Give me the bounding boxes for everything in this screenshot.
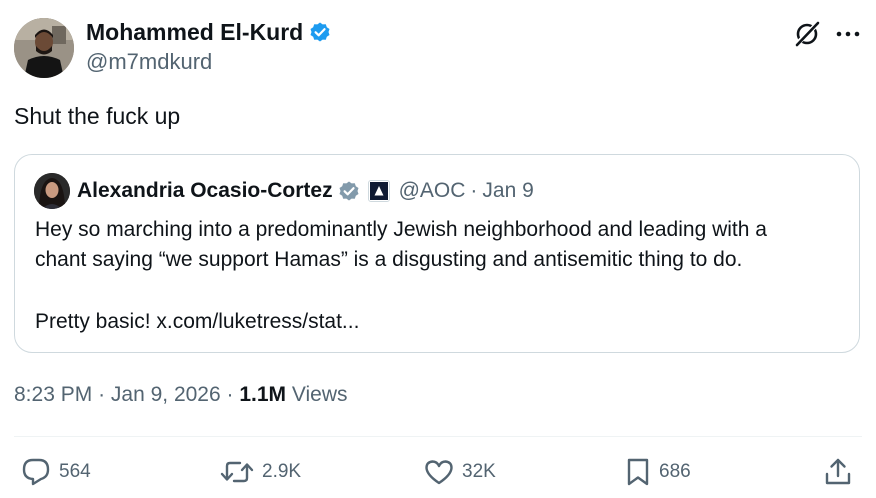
bookmark-button[interactable]: 686 [624, 456, 691, 488]
like-count: 32K [462, 461, 496, 482]
divider [14, 436, 862, 437]
reply-button[interactable]: 564 [20, 456, 91, 488]
quoted-text-line: Pretty basic! x.com/luketress/stat... [35, 310, 360, 333]
bookmark-icon [627, 458, 649, 486]
reply-icon [22, 458, 50, 486]
meta-separator: · [226, 383, 234, 406]
author-handle[interactable]: @m7mdkurd [86, 48, 212, 76]
repost-count: 2.9K [262, 461, 302, 482]
verified-badge-icon[interactable] [308, 20, 332, 44]
heart-icon [425, 460, 453, 485]
tweet-text: Shut the fuck up [14, 103, 181, 129]
tweet-meta: 8:23 PM · Jan 9, 2026 · 1.1M Views [14, 381, 348, 409]
views-count[interactable]: 1.1M [239, 383, 286, 406]
author-name-text[interactable]: Mohammed El-Kurd [86, 18, 303, 46]
repost-button[interactable]: 2.9K [219, 456, 301, 488]
views-label[interactable]: Views [292, 383, 348, 406]
quoted-author-name[interactable]: Alexandria Ocasio-Cortez [77, 179, 333, 203]
quoted-tweet-header: Alexandria Ocasio-Cortez @AOC · Jan 9 [77, 176, 534, 206]
share-button[interactable] [822, 456, 861, 488]
grok-icon[interactable] [793, 20, 821, 48]
reply-count: 564 [59, 461, 91, 482]
quoted-text-line: chant saying “we support Hamas” is a dis… [35, 248, 743, 271]
gray-verified-badge-icon[interactable] [337, 179, 361, 203]
author-name[interactable]: Mohammed El-Kurd [86, 18, 332, 46]
more-options-icon[interactable] [834, 22, 862, 46]
author-avatar[interactable] [14, 18, 74, 78]
quoted-tweet-card[interactable]: Alexandria Ocasio-Cortez @AOC · Jan 9 He… [14, 154, 860, 353]
meta-separator: · [98, 383, 106, 406]
quoted-author-handle[interactable]: @AOC [399, 179, 466, 203]
like-button[interactable]: 32K [423, 456, 496, 488]
tweet-time[interactable]: 8:23 PM [14, 383, 92, 406]
quoted-author-avatar[interactable] [34, 173, 70, 209]
repost-icon [220, 461, 254, 483]
tweet-date[interactable]: Jan 9, 2026 [111, 383, 221, 406]
quoted-text-line: Hey so marching into a predominantly Jew… [35, 218, 767, 241]
quoted-tweet-date[interactable]: Jan 9 [482, 179, 533, 203]
bookmark-count: 686 [659, 461, 691, 482]
share-icon [825, 458, 851, 485]
quoted-separator: · [470, 179, 478, 202]
quoted-tweet-text: Hey so marching into a predominantly Jew… [35, 215, 850, 337]
affiliate-badge-icon[interactable] [367, 180, 390, 202]
